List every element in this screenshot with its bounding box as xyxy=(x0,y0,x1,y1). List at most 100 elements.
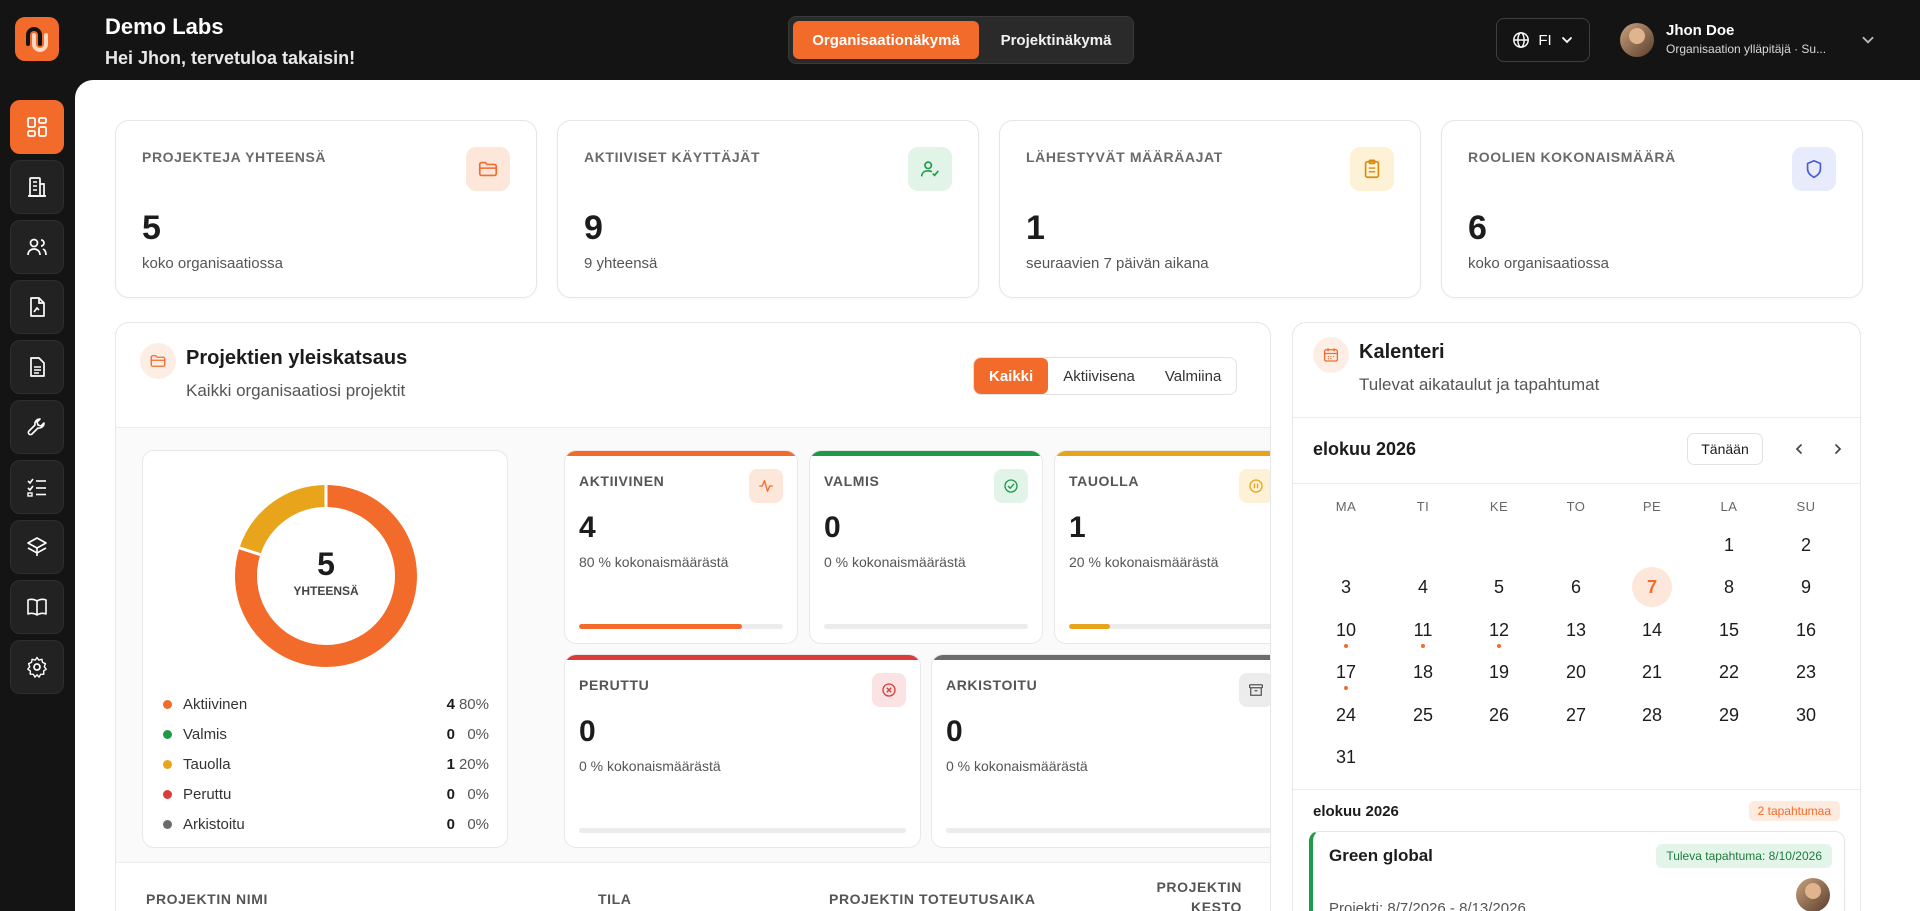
status-progress-fill xyxy=(579,624,743,629)
chevron-down-icon[interactable] xyxy=(1860,32,1876,48)
column-status[interactable]: TILA xyxy=(598,891,632,907)
calendar-day[interactable]: 30 xyxy=(1786,695,1826,735)
calendar-day[interactable]: 6 xyxy=(1556,567,1596,607)
calendar-day[interactable]: 13 xyxy=(1556,610,1596,650)
event-project-period: Projekti: 8/7/2026 - 8/13/2026 xyxy=(1329,900,1526,911)
legend-dot xyxy=(163,729,172,739)
language-selector[interactable]: FI xyxy=(1496,18,1590,62)
panel-subtitle: Tulevat aikataulut ja tapahtumat xyxy=(1359,375,1600,394)
donut-segment-tauolla[interactable] xyxy=(239,485,327,556)
chevron-left-icon xyxy=(1795,444,1802,454)
calendar-day[interactable]: 3 xyxy=(1326,567,1366,607)
calendar-day[interactable]: 14 xyxy=(1632,610,1672,650)
event-badge: Tuleva tapahtuma: 8/10/2026 xyxy=(1656,844,1832,868)
project-status-filter: Kaikki Aktiivisena Valmiina xyxy=(973,357,1238,395)
sidebar-item-organization[interactable] xyxy=(10,160,64,214)
day-number: 27 xyxy=(1565,704,1587,725)
sidebar-item-documents[interactable] xyxy=(10,340,64,394)
calendar-day-today[interactable]: 7 xyxy=(1632,567,1672,607)
calendar-day[interactable]: 19 xyxy=(1479,652,1519,692)
sidebar-item-tools[interactable] xyxy=(10,400,64,454)
status-card-active[interactable]: AKTIIVINEN 4 80 % kokonaismäärästä xyxy=(564,450,798,644)
legend-item: Tauolla 1 20% xyxy=(163,749,489,779)
sidebar-item-tasks[interactable] xyxy=(10,460,64,514)
projects-summary: 5 YHTEENSÄ Aktiivinen 4 80% Valmis 0 0% xyxy=(116,427,1270,863)
calendar-day[interactable]: 22 xyxy=(1709,652,1749,692)
status-card-cancelled[interactable]: PERUTTU 0 0 % kokonaismäärästä xyxy=(564,654,921,848)
calendar-day[interactable]: 8 xyxy=(1709,567,1749,607)
calendar-day[interactable]: 2 xyxy=(1786,525,1826,565)
calendar-day[interactable]: 26 xyxy=(1479,695,1519,735)
status-card-archived[interactable]: ARKISTOITU 0 0 % kokonaismäärästä xyxy=(931,654,1270,848)
status-card-completed[interactable]: VALMIS 0 0 % kokonaismäärästä xyxy=(809,450,1043,644)
calendar-day[interactable]: 27 xyxy=(1556,695,1596,735)
status-progress-fill xyxy=(1069,624,1110,629)
legend-name: Valmis xyxy=(183,725,227,743)
calendar-day[interactable]: 20 xyxy=(1556,652,1596,692)
column-project-period[interactable]: PROJEKTIN TOTEUTUSAIKA xyxy=(829,891,1036,907)
status-card-paused[interactable]: TAUOLLA 1 20 % kokonaismäärästä xyxy=(1054,450,1270,644)
column-project-duration[interactable]: PROJEKTIN KESTO xyxy=(1156,879,1242,911)
calendar-month: elokuu 2026 xyxy=(1313,439,1417,459)
calendar-day[interactable]: 15 xyxy=(1709,610,1749,650)
calendar-day[interactable]: 4 xyxy=(1403,567,1443,607)
sidebar-item-dashboard[interactable] xyxy=(10,100,64,154)
calendar-day[interactable]: 1 xyxy=(1709,525,1749,565)
sidebar-item-projects[interactable] xyxy=(10,280,64,334)
status-accent-bar xyxy=(1055,451,1270,456)
language-code: FI xyxy=(1538,31,1552,49)
sidebar-item-integrations[interactable] xyxy=(10,520,64,574)
sidebar-item-settings[interactable] xyxy=(10,640,64,694)
day-number: 6 xyxy=(1570,576,1581,597)
status-count: 0 xyxy=(946,715,963,748)
organization-view-button[interactable]: Organisaationäkymä xyxy=(793,21,979,59)
legend-name: Peruttu xyxy=(183,785,232,803)
filter-completed[interactable]: Valmiina xyxy=(1150,358,1236,394)
legend-dot xyxy=(163,789,172,799)
day-number: 2 xyxy=(1800,534,1811,555)
previous-month-button[interactable] xyxy=(1789,439,1809,459)
calendar-day[interactable]: 12 xyxy=(1479,610,1519,650)
calendar-day[interactable]: 29 xyxy=(1709,695,1749,735)
filter-all[interactable]: Kaikki xyxy=(974,358,1049,394)
sidebar-item-users[interactable] xyxy=(10,220,64,274)
stat-label: ROOLIEN KOKONAISMÄÄRÄ xyxy=(1468,149,1676,165)
user-menu[interactable]: Jhon Doe Organisaation ylläpitäjä · Su..… xyxy=(1620,20,1874,60)
calendar-day[interactable]: 11 xyxy=(1403,610,1443,650)
calendar-day[interactable]: 10 xyxy=(1326,610,1366,650)
legend-name: Tauolla xyxy=(183,755,231,773)
weekday-header: MA xyxy=(1335,499,1357,514)
status-label: PERUTTU xyxy=(579,677,650,693)
today-button[interactable]: Tänään xyxy=(1687,433,1763,465)
calendar-day[interactable]: 28 xyxy=(1632,695,1672,735)
user-avatar xyxy=(1620,23,1654,57)
day-number: 30 xyxy=(1795,704,1817,725)
calendar-day[interactable]: 5 xyxy=(1479,567,1519,607)
calendar-day[interactable]: 16 xyxy=(1786,610,1826,650)
stat-label: AKTIIVISET KÄYTTÄJÄT xyxy=(584,149,761,165)
weekday-header: KE xyxy=(1489,499,1509,514)
day-number: 9 xyxy=(1800,576,1811,597)
welcome-message: Hei Jhon, tervetuloa takaisin! xyxy=(105,48,356,68)
status-count: 0 xyxy=(579,715,596,748)
app-logo[interactable] xyxy=(15,17,59,61)
next-month-button[interactable] xyxy=(1828,439,1848,459)
calendar-day[interactable]: 9 xyxy=(1786,567,1826,607)
calendar-day[interactable]: 21 xyxy=(1632,652,1672,692)
organization-name: Demo Labs xyxy=(105,14,224,39)
calendar-day[interactable]: 18 xyxy=(1403,652,1443,692)
day-number: 22 xyxy=(1718,661,1740,682)
view-toggle: Organisaationäkymä Projektinäkymä xyxy=(788,16,1134,64)
folder-icon xyxy=(466,147,510,191)
event-card[interactable]: Green global Tuleva tapahtuma: 8/10/2026… xyxy=(1309,831,1845,911)
sidebar-item-guide[interactable] xyxy=(10,580,64,634)
calendar-day[interactable]: 23 xyxy=(1786,652,1826,692)
calendar-day[interactable]: 17 xyxy=(1326,652,1366,692)
column-project-name[interactable]: PROJEKTIN NIMI xyxy=(146,891,268,907)
project-view-button[interactable]: Projektinäkymä xyxy=(983,21,1129,59)
filter-active[interactable]: Aktiivisena xyxy=(1048,358,1150,394)
stat-card-deadlines: LÄHESTYVÄT MÄÄRÄAJAT 1 seuraavien 7 päiv… xyxy=(999,120,1421,298)
calendar-day[interactable]: 31 xyxy=(1326,737,1366,777)
calendar-day[interactable]: 25 xyxy=(1403,695,1443,735)
calendar-day[interactable]: 24 xyxy=(1326,695,1366,735)
